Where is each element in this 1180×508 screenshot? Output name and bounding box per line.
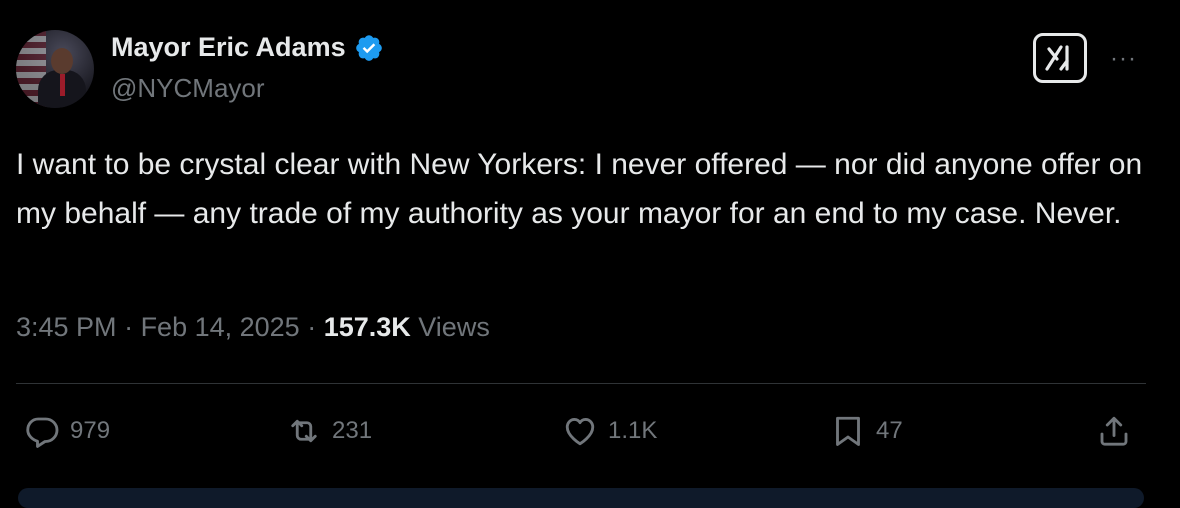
meta-separator: · <box>116 312 141 342</box>
grok-icon[interactable] <box>1033 33 1087 83</box>
reply-count: 979 <box>70 417 111 444</box>
meta-separator: · <box>299 312 324 342</box>
heart-icon <box>565 418 595 446</box>
views-label: Views <box>410 312 490 342</box>
tweet-date[interactable]: Feb 14, 2025 <box>141 312 300 343</box>
author-name[interactable]: Mayor Eric Adams <box>111 32 346 63</box>
tweet-text: I want to be crystal clear with New York… <box>16 148 1143 230</box>
tweet-time[interactable]: 3:45 PM <box>16 312 117 343</box>
bookmark-count: 47 <box>876 417 903 444</box>
views-count: 157.3K <box>323 312 411 342</box>
grok-glyph-icon <box>1045 45 1069 71</box>
reply-button[interactable]: 979 <box>24 413 110 449</box>
author-name-row[interactable]: Mayor Eric Adams <box>111 32 384 63</box>
bookmark-icon <box>836 416 860 446</box>
share-icon <box>1100 416 1128 446</box>
more-options-icon[interactable]: ··· <box>1110 45 1137 73</box>
avatar[interactable] <box>16 30 94 108</box>
avatar-head <box>51 48 73 74</box>
divider <box>16 383 1146 384</box>
bottom-strip <box>18 488 1144 508</box>
share-button[interactable] <box>1096 413 1132 449</box>
author-handle[interactable]: @NYCMayor <box>111 73 265 104</box>
tweet-meta: 3:45 PM · Feb 14, 2025 · 157.3K Views <box>16 312 490 343</box>
like-button[interactable]: 1.1K <box>562 413 657 449</box>
verified-badge-icon <box>355 34 382 61</box>
repost-button[interactable]: 231 <box>286 413 372 449</box>
repost-icon <box>291 419 317 443</box>
repost-count: 231 <box>332 417 373 444</box>
reply-icon <box>26 417 59 448</box>
bookmark-button[interactable]: 47 <box>830 413 903 449</box>
like-count: 1.1K <box>608 417 658 444</box>
avatar-tie <box>60 74 65 96</box>
